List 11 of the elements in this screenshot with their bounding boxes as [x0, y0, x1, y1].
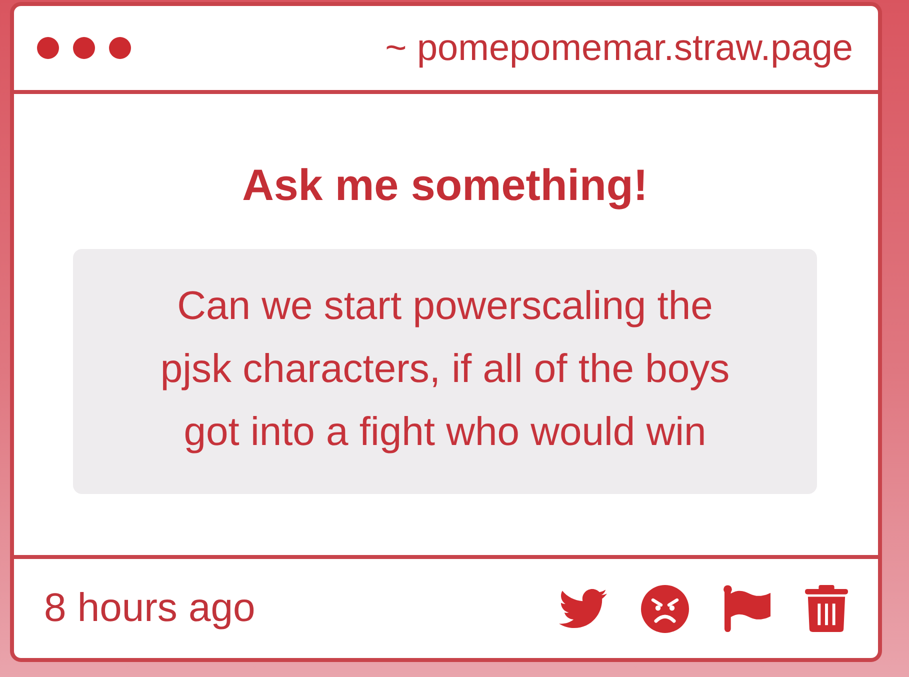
- site-address: ~ pomepomemar.straw.page: [385, 27, 853, 69]
- prompt-title: Ask me something!: [242, 160, 648, 212]
- window-dot-icon: [73, 37, 95, 59]
- bird-icon[interactable]: [559, 589, 607, 628]
- window-dot-icon: [109, 37, 131, 59]
- angry-face-icon[interactable]: [641, 584, 689, 632]
- trash-icon[interactable]: [805, 585, 848, 632]
- timestamp: 8 hours ago: [44, 586, 256, 631]
- window-dot-icon: [37, 37, 59, 59]
- flag-icon[interactable]: [723, 585, 771, 632]
- question-bubble: Can we start powerscaling the pjsk characters, if all of the boys got into a fight who would win: [73, 248, 817, 494]
